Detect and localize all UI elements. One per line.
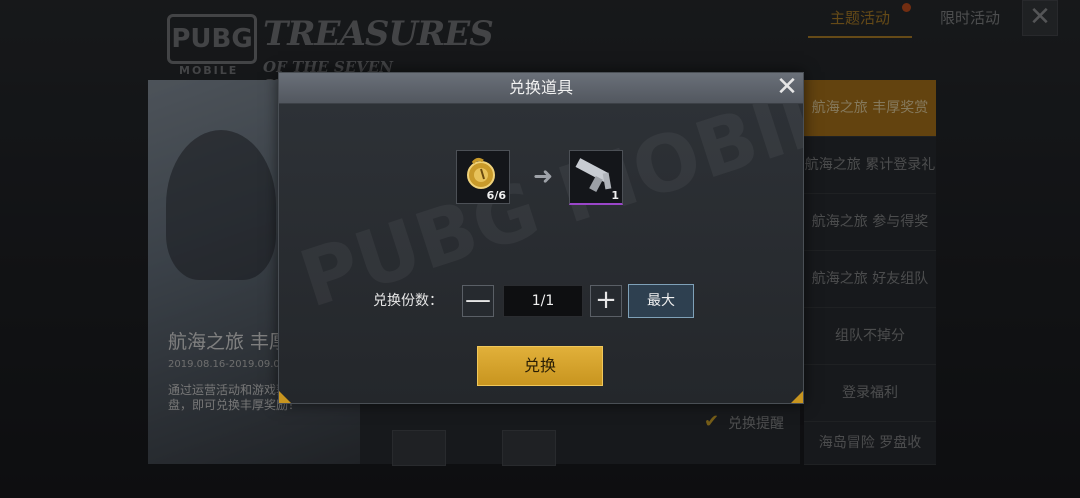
redeem-item-dialog: 兑换道具 ✕ PUBG MOBILE 6/6 ➜ 1 兑换份数： — 1/1 +… — [278, 72, 804, 404]
source-item-count: 6/6 — [486, 189, 506, 202]
decrease-button[interactable]: — — [462, 285, 494, 317]
target-item-count: 1 — [611, 189, 619, 202]
arrow-right-icon: ➜ — [532, 162, 554, 190]
corner-accent — [791, 391, 803, 403]
source-item-slot[interactable]: 6/6 — [456, 150, 510, 204]
target-item-slot[interactable]: 1 — [569, 150, 623, 205]
max-button[interactable]: 最大 — [628, 284, 694, 318]
increase-button[interactable]: + — [590, 285, 622, 317]
dialog-title: 兑换道具 — [508, 78, 573, 97]
quantity-field[interactable]: 1/1 — [503, 285, 583, 317]
dialog-close-icon[interactable]: ✕ — [773, 74, 801, 101]
quantity-label: 兑换份数： — [373, 293, 443, 309]
corner-accent — [279, 391, 291, 403]
redeem-button[interactable]: 兑换 — [477, 346, 603, 386]
dialog-body: PUBG MOBILE 6/6 ➜ 1 兑换份数： — 1/1 + 最大 兑换 — [279, 104, 803, 403]
